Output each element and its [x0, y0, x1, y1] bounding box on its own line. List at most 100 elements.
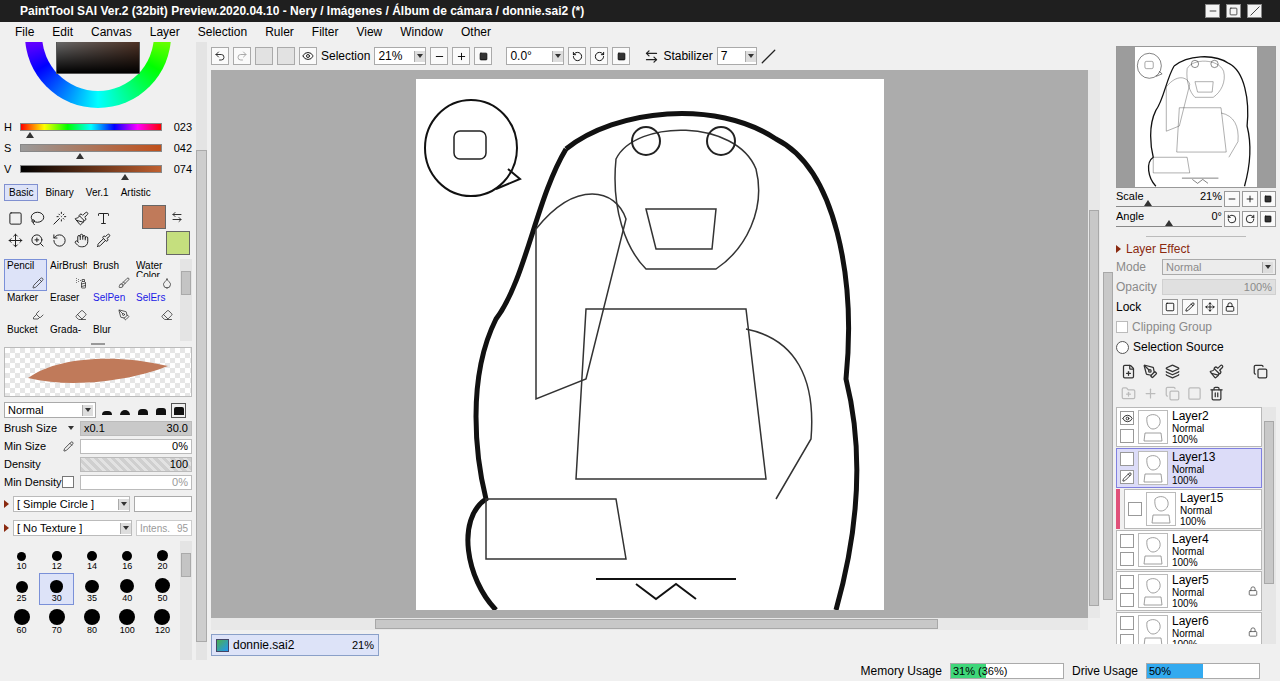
brush-shape-button[interactable] [99, 403, 114, 418]
brush-size-slider[interactable]: x0.130.0 [80, 421, 192, 436]
scroll-thumb[interactable] [181, 271, 191, 295]
redo-button[interactable] [233, 47, 251, 65]
layer-row[interactable]: Layer13Normal100% [1116, 448, 1262, 488]
scroll-thumb[interactable] [1264, 421, 1274, 584]
brush-tool[interactable]: Bucket [4, 323, 47, 341]
size-preset[interactable]: 20 [145, 541, 180, 573]
slider-marker[interactable] [26, 132, 34, 138]
pressure-line-icon[interactable] [761, 49, 776, 64]
angle-reset-button[interactable] [1260, 211, 1276, 227]
layer-fx-icon[interactable] [1209, 364, 1224, 379]
close-button[interactable] [1247, 4, 1262, 18]
edit-toggle[interactable] [1120, 470, 1134, 484]
min-size-slider[interactable]: 0% [80, 439, 192, 454]
slider-track[interactable] [20, 165, 162, 173]
size-preset[interactable]: 40 [110, 573, 145, 605]
brush-texture-select[interactable]: [ No Texture ] [13, 520, 132, 536]
scale-marker[interactable] [1144, 200, 1152, 206]
slider-track[interactable] [20, 123, 162, 131]
zoom-in-button[interactable] [452, 47, 470, 65]
zoom-select[interactable]: 21% [374, 47, 426, 65]
scale-track[interactable] [1116, 203, 1222, 207]
scroll-thumb[interactable] [375, 619, 938, 629]
scale-reset-button[interactable] [1260, 191, 1276, 207]
layer-row[interactable]: Layer5Normal100% [1116, 571, 1262, 611]
brush-tool[interactable]: Pencil [4, 259, 47, 291]
tool-icon[interactable] [74, 211, 89, 226]
tool-icon[interactable] [8, 233, 23, 248]
rotate-reset-button[interactable] [612, 47, 630, 65]
selection-toggle[interactable] [299, 47, 317, 65]
stabilizer-select[interactable]: 7 [717, 47, 757, 65]
brush-shape-button[interactable] [153, 403, 168, 418]
new-folder-layer-icon[interactable] [1165, 364, 1180, 379]
angle-slider[interactable]: Angle0° [1116, 211, 1222, 227]
delete-layer-icon[interactable] [1209, 386, 1224, 401]
scroll-thumb[interactable] [1089, 210, 1099, 606]
layer-effect-header[interactable]: Layer Effect [1116, 241, 1276, 257]
menu-item[interactable]: Other [452, 22, 500, 42]
canvas-paper[interactable] [416, 79, 884, 610]
size-preset[interactable]: 120 [145, 605, 180, 637]
blend-mode-select[interactable]: Normal [4, 402, 96, 418]
brush-tool[interactable]: AirBrush [47, 259, 90, 291]
brush-tool[interactable]: Brush [90, 259, 133, 291]
visibility-toggle[interactable] [1120, 534, 1134, 548]
menu-item[interactable]: Selection [189, 22, 256, 42]
angle-marker[interactable] [1165, 220, 1173, 226]
left-panel-scrollbar[interactable] [196, 42, 207, 660]
brush-tab[interactable]: Artistic [116, 184, 156, 201]
size-preset[interactable]: 30 [39, 573, 74, 605]
angle-track[interactable] [1116, 223, 1222, 227]
size-preset[interactable]: 80 [74, 605, 109, 637]
brush-tool[interactable]: Blur [90, 323, 133, 341]
expand-icon[interactable] [4, 500, 9, 508]
tool-icon[interactable] [96, 211, 111, 226]
zoom-reset-button[interactable] [474, 47, 492, 65]
zoom-out-button[interactable] [430, 47, 448, 65]
layer-row[interactable]: Layer2Normal100% [1116, 407, 1262, 447]
brush-tab[interactable]: Basic [4, 184, 38, 201]
color-square[interactable] [56, 42, 140, 74]
edit-toggle[interactable] [1120, 593, 1134, 607]
slider-marker[interactable] [76, 153, 84, 159]
document-tab[interactable]: donnie.sai221% [211, 634, 379, 656]
size-preset[interactable]: 10 [4, 541, 39, 573]
brush-shape-button[interactable] [117, 403, 132, 418]
menu-item[interactable]: Filter [303, 22, 348, 42]
primary-color-swatch[interactable] [142, 205, 166, 229]
swap-colors[interactable] [166, 205, 188, 229]
lock-paint-button[interactable] [1182, 299, 1198, 315]
size-preset[interactable]: 100 [110, 605, 145, 637]
secondary-color-swatch[interactable] [166, 231, 190, 255]
scale-slider[interactable]: Scale21% [1116, 191, 1222, 207]
slider-track[interactable] [20, 144, 162, 152]
slider-marker[interactable] [121, 174, 129, 180]
brush-tool[interactable]: Marker [4, 291, 47, 323]
menu-item[interactable]: Layer [141, 22, 189, 42]
preset-scrollbar[interactable] [180, 541, 192, 660]
canvas-viewport[interactable] [211, 70, 1088, 618]
size-preset[interactable]: 35 [74, 573, 109, 605]
new-linework-layer-icon[interactable] [1143, 364, 1158, 379]
undo-button[interactable] [211, 47, 229, 65]
tool-icon[interactable] [52, 233, 67, 248]
navigator[interactable] [1116, 46, 1276, 188]
brush-tool[interactable]: Eraser [47, 291, 90, 323]
brush-tool[interactable]: Grada- [47, 323, 90, 341]
brush-shape-select[interactable]: [ Simple Circle ] [13, 496, 130, 512]
canvas-vertical-scrollbar[interactable] [1088, 70, 1100, 618]
layer-row[interactable]: Layer6Normal100% [1116, 612, 1262, 644]
edit-toggle[interactable] [1120, 552, 1134, 566]
edit-toggle[interactable] [1120, 634, 1134, 644]
scroll-thumb[interactable] [196, 150, 207, 642]
tool-icon[interactable] [8, 211, 23, 226]
tool-scrollbar[interactable] [180, 259, 192, 341]
visibility-toggle[interactable] [1128, 502, 1142, 516]
rotate-left-button[interactable] [568, 47, 586, 65]
angle-left-button[interactable] [1224, 211, 1240, 227]
scale-minus-button[interactable] [1224, 191, 1240, 207]
tool-icon[interactable] [30, 233, 45, 248]
color-wheel[interactable] [25, 42, 171, 108]
menu-item[interactable]: View [347, 22, 391, 42]
